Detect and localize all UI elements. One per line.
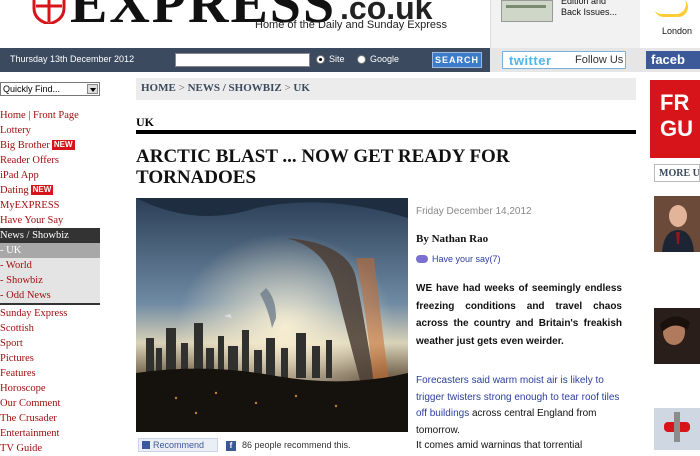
sidebar-item-lottery[interactable]: Lottery	[0, 123, 100, 138]
related-story-thumbnail[interactable]	[654, 196, 700, 252]
have-your-say-label: Have your say(7)	[432, 254, 501, 264]
twitter-logo-icon: twitter	[509, 53, 552, 68]
breadcrumb-uk[interactable]: UK	[293, 82, 310, 94]
edition-promo-text[interactable]: Edition and Back Issues...	[561, 0, 617, 18]
advertisement-banner[interactable]: FR GU	[650, 80, 700, 158]
body-paragraph: It comes amid warnings that torrential	[416, 440, 583, 448]
search-site-label: Site	[329, 54, 345, 64]
related-story-thumbnail[interactable]	[654, 408, 700, 450]
breadcrumb: HOME > NEWS / SHOWBIZ > UK	[141, 82, 310, 94]
sidebar-item-tv-guide[interactable]: TV Guide	[0, 441, 100, 456]
edition-promo[interactable]: Edition and Back Issues...	[490, 0, 640, 48]
more-tab-divider	[654, 181, 700, 182]
more-stories-tab[interactable]: MORE U	[654, 164, 700, 182]
tornado-city-image[interactable]	[136, 198, 408, 432]
sidebar-item-scottish[interactable]: Scottish	[0, 321, 100, 336]
medical-photo	[654, 408, 700, 450]
search-input[interactable]	[175, 53, 310, 67]
recommend-label: Recommend	[153, 440, 205, 450]
current-date: Thursday 13th December 2012	[10, 54, 135, 64]
sidebar-item-label: Big Brother	[0, 140, 50, 151]
sidebar-item-reader-offers[interactable]: Reader Offers	[0, 153, 100, 168]
weather-cloud-icon	[652, 0, 686, 14]
sidebar-item-dating[interactable]: Dating NEW	[0, 183, 100, 198]
sidebar-item-sunday-express[interactable]: Sunday Express	[0, 306, 100, 321]
weather-city: London	[662, 26, 693, 36]
tornado-illustration	[136, 198, 408, 432]
article-headline: ARCTIC BLAST ... NOW GET READY FOR TORNA…	[136, 146, 510, 188]
newspaper-thumbnail[interactable]	[501, 0, 553, 22]
sidebar-item-showbiz[interactable]: - Showbiz	[0, 273, 100, 288]
politician-photo	[654, 196, 700, 252]
breadcrumb-separator: >	[178, 82, 185, 94]
breadcrumb-home[interactable]: HOME	[141, 82, 176, 94]
sidebar-item-entertainment[interactable]: Entertainment	[0, 426, 100, 441]
portrait-photo	[654, 308, 700, 364]
section-divider	[136, 130, 636, 134]
article-byline[interactable]: By Nathan Rao	[416, 233, 488, 245]
thumbs-up-icon	[142, 441, 150, 449]
sidebar-item-odd-news[interactable]: - Odd News	[0, 288, 100, 303]
sidebar-item-pictures[interactable]: Pictures	[0, 351, 100, 366]
sidebar-item-the-crusader[interactable]: The Crusader	[0, 411, 100, 426]
search-google-radio[interactable]	[357, 55, 366, 64]
sidebar-item-our-comment[interactable]: Our Comment	[0, 396, 100, 411]
sidebar-divider	[0, 303, 100, 305]
main-content: HOME > NEWS / SHOWBIZ > UK UK ARCTIC BLA…	[136, 72, 636, 452]
sidebar-item-label: Dating	[0, 185, 29, 196]
related-story-thumbnail[interactable]	[654, 308, 700, 364]
right-rail: FR GU MORE U	[650, 72, 700, 450]
facebook-logo-icon: faceb	[651, 52, 685, 67]
lead-paragraph: WE have had weeks of seemingly endless f…	[416, 283, 622, 347]
new-badge: NEW	[30, 185, 54, 195]
article-date: Friday December 14,2012	[416, 206, 532, 217]
speech-bubble-icon	[416, 255, 428, 263]
left-sidebar: Quickly Find... Home | Front Page Lotter…	[0, 72, 100, 454]
new-badge: NEW	[51, 140, 75, 150]
weather-widget[interactable]: London	[640, 0, 700, 48]
sidebar-item-big-brother[interactable]: Big Brother NEW	[0, 138, 100, 153]
body-paragraph: Forecasters said warm moist air is likel…	[416, 373, 622, 439]
sidebar-item-news-showbiz[interactable]: News / Showbiz	[0, 228, 100, 243]
sidebar-item-have-your-say[interactable]: Have Your Say	[0, 213, 100, 228]
sidebar-item-home[interactable]: Home | Front Page	[0, 108, 100, 123]
nav-bar: Thursday 13th December 2012 Site Google …	[0, 48, 490, 72]
express-logo[interactable]: EXPRESS .co.uk Home of the Daily and Sun…	[0, 0, 490, 48]
twitter-follow-label: Follow Us	[575, 54, 624, 66]
crusader-crest-icon	[32, 0, 66, 24]
sidebar-item-myexpress[interactable]: MyEXPRESS	[0, 198, 100, 213]
section-label: UK	[136, 115, 154, 129]
masthead: EXPRESS .co.uk Home of the Daily and Sun…	[0, 0, 700, 48]
article-column: Friday December 14,2012 By Nathan Rao Ha…	[416, 198, 626, 450]
tagline: Home of the Daily and Sunday Express	[255, 19, 447, 31]
breadcrumb-separator: >	[284, 82, 291, 94]
search-button[interactable]: SEARCH	[432, 52, 482, 68]
facebook-button[interactable]: faceb	[646, 51, 700, 69]
sidebar-item-sport[interactable]: Sport	[0, 336, 100, 351]
sidebar-item-world[interactable]: - World	[0, 258, 100, 273]
sidebar-item-ipad-app[interactable]: iPad App	[0, 168, 100, 183]
chevron-down-icon[interactable]	[87, 84, 98, 94]
sidebar-item-uk[interactable]: - UK	[0, 243, 100, 258]
search-site-radio[interactable]	[316, 55, 325, 64]
social-strip: twitter Follow Us faceb	[490, 48, 700, 72]
twitter-follow-button[interactable]: twitter Follow Us	[502, 51, 626, 69]
search-google-label: Google	[370, 54, 400, 64]
have-your-say-link[interactable]: Have your say(7)	[416, 254, 501, 264]
sidebar-item-features[interactable]: Features	[0, 366, 100, 381]
quick-find-value: Quickly Find...	[3, 84, 61, 94]
quick-find-select[interactable]: Quickly Find...	[0, 82, 100, 96]
ad-text: FR GU	[660, 90, 693, 141]
breadcrumb-news-showbiz[interactable]: NEWS / SHOWBIZ	[188, 82, 282, 94]
sidebar-item-horoscope[interactable]: Horoscope	[0, 381, 100, 396]
breadcrumb-bar: HOME > NEWS / SHOWBIZ > UK	[136, 78, 636, 100]
recommend-count: 86 people recommend this.	[242, 440, 351, 450]
